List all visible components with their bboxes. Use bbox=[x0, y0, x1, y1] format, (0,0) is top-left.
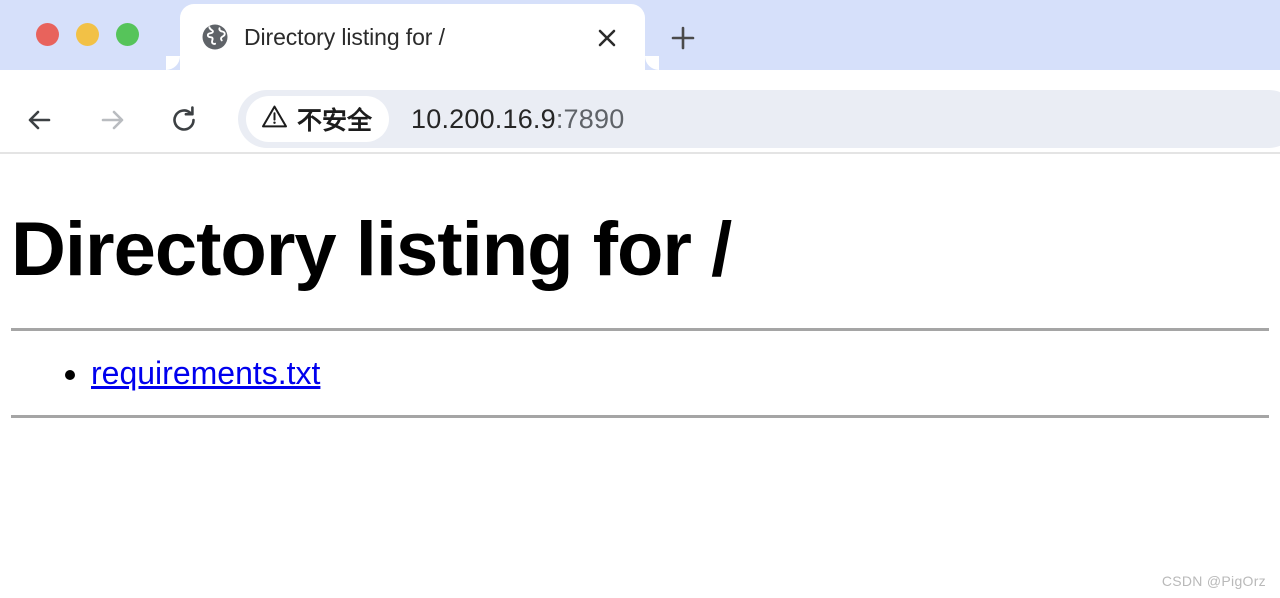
maximize-window-button[interactable] bbox=[116, 23, 139, 46]
page-viewport: Directory listing for / requirements.txt… bbox=[0, 154, 1280, 598]
tab-shoulder-left bbox=[166, 56, 180, 70]
forward-button[interactable] bbox=[90, 98, 134, 142]
reload-icon bbox=[173, 106, 195, 131]
url-text[interactable]: 10.200.16.9:7890 bbox=[411, 104, 624, 135]
divider-bottom bbox=[11, 415, 1269, 419]
window-controls bbox=[36, 23, 139, 46]
minimize-window-button[interactable] bbox=[76, 23, 99, 46]
plus-icon bbox=[671, 26, 695, 50]
page-content: Directory listing for / requirements.txt bbox=[0, 154, 1280, 419]
warning-triangle-icon bbox=[261, 103, 288, 135]
list-item: requirements.txt bbox=[91, 353, 1269, 393]
tab-title: Directory listing for / bbox=[244, 23, 445, 50]
close-icon[interactable] bbox=[591, 22, 623, 54]
browser-window: Directory listing for / 不安全 10.200.16.9:… bbox=[0, 0, 1280, 598]
security-status-badge[interactable]: 不安全 bbox=[246, 96, 390, 142]
new-tab-button[interactable] bbox=[662, 17, 704, 59]
reload-button[interactable] bbox=[162, 98, 206, 142]
directory-listing: requirements.txt bbox=[11, 331, 1269, 415]
globe-icon bbox=[200, 22, 230, 52]
tab-active[interactable]: Directory listing for / bbox=[180, 4, 645, 70]
close-window-button[interactable] bbox=[36, 23, 59, 46]
tab-strip: Directory listing for / bbox=[0, 0, 1280, 70]
url-host: 10.200.16.9 bbox=[411, 103, 556, 134]
address-bar[interactable]: 不安全 10.200.16.9:7890 bbox=[238, 90, 1280, 148]
arrow-right-icon bbox=[101, 110, 124, 130]
back-button[interactable] bbox=[18, 98, 62, 142]
watermark: CSDN @PigOrz bbox=[1161, 573, 1266, 589]
page-title: Directory listing for / bbox=[11, 207, 732, 292]
security-status-label: 不安全 bbox=[297, 107, 373, 135]
file-link-requirements-txt[interactable]: requirements.txt bbox=[91, 355, 320, 391]
arrow-left-icon bbox=[28, 110, 51, 130]
url-port: :7890 bbox=[555, 103, 625, 134]
tab-shoulder-right bbox=[645, 56, 659, 70]
